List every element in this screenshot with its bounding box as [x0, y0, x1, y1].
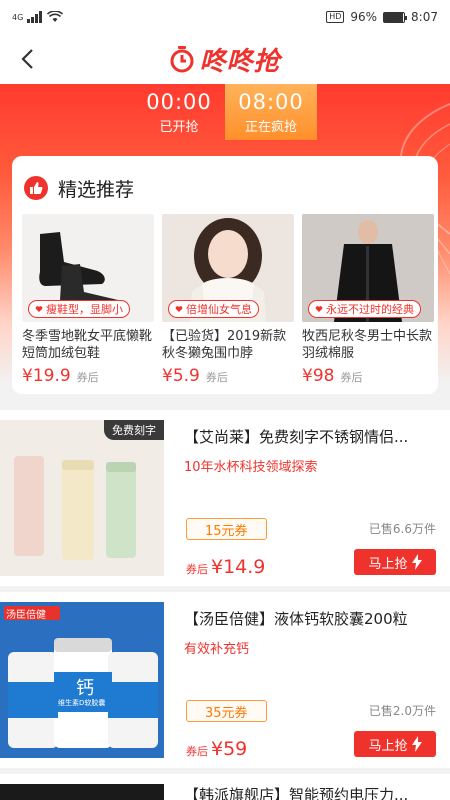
tag-text: 永远不过时的经典 [326, 303, 414, 316]
heart-icon [35, 306, 43, 312]
price-row: ¥98 券后 [302, 366, 434, 386]
product-title: 【韩派旗舰店】智能预约电压力... [184, 786, 409, 800]
tab-0000[interactable]: 00:00 已开抢 [133, 84, 225, 140]
tag-text: 瘦鞋型，显脚小 [46, 303, 123, 316]
wifi-icon [47, 11, 64, 22]
tab-label: 已开抢 [159, 119, 199, 135]
coupon-button[interactable]: 35元券 [186, 700, 267, 722]
status-right: HD 96% 8:07 [326, 10, 438, 24]
price-suffix: 券后 [340, 371, 363, 384]
buy-label: 马上抢 [368, 556, 408, 572]
product-image [0, 784, 164, 800]
product-title: 【汤臣倍健】液体钙软胶囊200粒 [184, 610, 408, 628]
item-name: 【已验货】2019新款秋冬獭兔围巾脖 [162, 329, 287, 361]
sold-count: 已售6.6万件 [368, 522, 436, 536]
price-prefix: 券后 [186, 563, 208, 576]
product-subtitle: 10年水杯科技领域探索 [184, 460, 318, 475]
price-prefix: 券后 [186, 745, 208, 758]
recommend-title: 精选推荐 [58, 178, 135, 201]
pack-sublabel: 维生素D软胶囊 [58, 699, 106, 707]
price-suffix: 券后 [205, 371, 228, 384]
price-row: 券后 ¥59 [186, 738, 247, 760]
product-card[interactable]: 免费刻字 【艾尚莱】免费刻字不锈钢情侣... 10年水杯科技领域探索 15元券 … [0, 410, 450, 586]
product-image: 永远不过时的经典 [302, 214, 434, 322]
clock: 8:07 [411, 10, 438, 24]
heart-icon [175, 306, 183, 312]
product-title: 【艾尚莱】免费刻字不锈钢情侣... [184, 428, 409, 446]
item-name: 牧西尼秋冬男士中长款羽绒棉服 [302, 329, 433, 361]
recommend-card: 精选推荐 瘦鞋型，显脚小 冬季雪地靴女平底懒靴短筒加绒包鞋 ¥19.9 券后 倍… [12, 156, 438, 394]
status-left: 4G [12, 11, 64, 23]
tab-0800[interactable]: 08:00 正在疯抢 [225, 84, 317, 140]
back-button[interactable] [14, 46, 40, 72]
tab-time: 00:00 [146, 89, 212, 114]
product-price: ¥14.9 [211, 556, 266, 578]
item-price: ¥5.9 [162, 366, 200, 386]
logo-text: 咚咚抢 [199, 46, 281, 77]
item-name: 冬季雪地靴女平底懒靴短筒加绒包鞋 [22, 329, 153, 361]
product-image: 倍增仙女气息 [162, 214, 294, 322]
item-price: ¥98 [302, 366, 335, 386]
stopwatch-icon [170, 46, 194, 73]
battery-icon [383, 11, 408, 23]
price-suffix: 券后 [76, 371, 99, 384]
item-price: ¥19.9 [22, 366, 71, 386]
signal-icon [27, 11, 43, 23]
recommend-item[interactable]: 瘦鞋型，显脚小 冬季雪地靴女平底懒靴短筒加绒包鞋 ¥19.9 券后 [22, 214, 154, 386]
price-row: ¥5.9 券后 [162, 366, 294, 386]
tag-badge: 倍增仙女气息 [168, 300, 259, 318]
product-subtitle: 有效补充钙 [184, 642, 250, 657]
pack-label: 钙 [76, 678, 94, 699]
product-card[interactable]: 汤臣倍健 钙 维生素D软胶囊 【汤臣倍健】液体钙软胶囊200粒 有效补充钙 35… [0, 592, 450, 768]
recommend-header: 精选推荐 [12, 156, 438, 208]
tag-badge: 瘦鞋型，显脚小 [28, 300, 130, 318]
buy-label: 马上抢 [368, 738, 408, 754]
tag-text: 倍增仙女气息 [186, 303, 252, 316]
thumbs-up-icon [24, 176, 48, 200]
status-bar: 4G HD 96% 8:07 [0, 0, 450, 34]
heart-icon [315, 306, 323, 312]
price-row: ¥19.9 券后 [22, 366, 154, 386]
sold-count: 已售2.0万件 [368, 704, 436, 718]
time-tabs: 00:00 已开抢 08:00 正在疯抢 [0, 84, 450, 140]
tab-label: 正在疯抢 [244, 119, 297, 135]
battery-percent: 96% [350, 10, 378, 24]
product-image: 瘦鞋型，显脚小 [22, 214, 154, 322]
product-image: 免费刻字 [0, 420, 164, 576]
price-row: 券后 ¥14.9 [186, 556, 265, 578]
app-logo: 咚咚抢 [169, 41, 280, 78]
recommend-item[interactable]: 倍增仙女气息 【已验货】2019新款秋冬獭兔围巾脖 ¥5.9 券后 [162, 214, 294, 386]
recommend-list: 瘦鞋型，显脚小 冬季雪地靴女平底懒靴短筒加绒包鞋 ¥19.9 券后 倍增仙女气息… [12, 208, 438, 386]
lightning-icon [411, 554, 422, 570]
coupon-button[interactable]: 15元券 [186, 518, 267, 540]
recommend-item[interactable]: 永远不过时的经典 牧西尼秋冬男士中长款羽绒棉服 ¥98 券后 [302, 214, 434, 386]
tab-time: 08:00 [238, 89, 304, 114]
battery-fill [384, 12, 404, 22]
buy-now-button[interactable]: 马上抢 [354, 731, 436, 757]
tag-badge: 永远不过时的经典 [308, 300, 421, 318]
free-engraving-badge: 免费刻字 [104, 420, 164, 440]
hd-badge: HD [326, 11, 345, 23]
brand-mark: 汤臣倍健 [6, 610, 46, 621]
network-label: 4G [12, 12, 24, 22]
chevron-left-icon [21, 49, 33, 69]
top-bar: 咚咚抢 [0, 34, 450, 84]
product-price: ¥59 [211, 738, 248, 760]
lightning-icon [411, 736, 422, 752]
buy-now-button[interactable]: 马上抢 [354, 549, 436, 575]
product-image: 汤臣倍健 钙 维生素D软胶囊 [0, 602, 164, 758]
product-card[interactable]: 【韩派旗舰店】智能预约电压力... [0, 774, 450, 800]
